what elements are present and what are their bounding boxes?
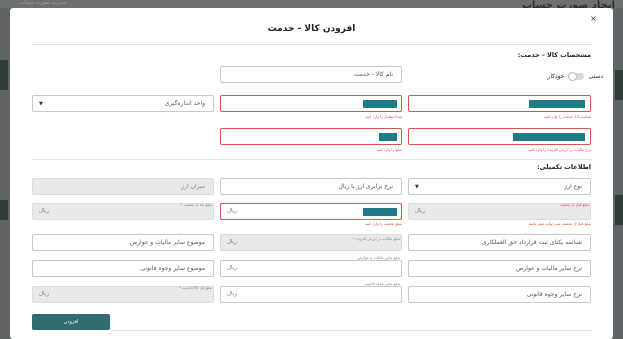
section-additional-info-title: اطلاعات تکمیلی: [536,163,591,171]
other-tax-amount-input[interactable]: ریال [220,260,402,277]
other-tax-subject-input[interactable]: موضوع سایر مالیات و عوارض [32,234,214,251]
total-amount-label: مبلغ کل کالا/خدمت * [178,285,212,290]
amount-after-discount-label: مبلغ بعد از تخفیف * [180,202,212,207]
vat-amount-label: مبلغ مالیات بر ارزش افزوده * [352,236,400,241]
exchange-rate-input[interactable]: نرخ برابری ارز با ریال [220,178,402,195]
legal-rate-placeholder: نرخ سایر وجوه قانونی [526,291,582,298]
background-right-panel-2 [615,195,623,225]
other-tax-rate-input[interactable]: نرخ سایر مالیات و عوارض [408,260,591,277]
unit-price-input[interactable] [220,128,402,145]
unit-select[interactable]: واحد اندازه‌گیری ▼ [32,95,214,112]
redacted-value [529,100,585,108]
redacted-value [363,208,397,216]
title-divider [32,44,592,45]
legal-subject-placeholder: موضوع سایر وجوه قانونی [140,265,205,272]
legal-amount-input[interactable]: ریال [220,286,402,303]
contract-id-input[interactable]: شناسه یکتای ثبت قرارداد حق العملکاری [408,234,591,251]
currency-type-select[interactable]: نوع ارز ▼ [408,178,591,195]
rial-suffix: ریال [227,208,237,214]
auto-label: خودکار [547,72,565,80]
vat-rate-input[interactable] [408,128,591,145]
background-left-panel [0,60,8,90]
section-product-specs-title: مشخصات کالا - خدمت: [517,51,591,59]
redacted-value [513,133,585,141]
discount-error: مبلغ تخفیف را وارد کنید [364,221,402,226]
footer-divider [110,330,592,331]
other-tax-subject-placeholder: موضوع سایر مالیات و عوارض [129,239,205,246]
service-name-placeholder: نام کالا - خدمت [353,71,393,78]
rial-suffix: ریال [415,208,425,214]
rial-suffix: ریال [227,291,237,297]
section-divider [32,159,592,160]
legal-rate-input[interactable]: نرخ سایر وجوه قانونی [408,286,591,303]
discount-input[interactable]: ریال [220,203,402,220]
contract-id-placeholder: شناسه یکتای ثبت قرارداد حق العملکاری [481,239,582,246]
legal-amount-label: مبلغ سایر وجوه قانونی [362,281,402,286]
redacted-value [363,100,397,108]
manual-label: دستی [588,72,603,80]
unit-price-error: مبلغ را وارد کنید [376,147,402,152]
vat-rate-error: نرخ مالیات بر ارزش افزوده را وارد کنید [528,147,591,152]
add-button[interactable]: افزودن [32,314,110,330]
close-icon[interactable]: × [590,14,597,23]
rial-suffix: ریال [227,239,237,245]
toggle-knob [568,71,578,81]
quantity-input[interactable] [220,95,402,112]
rial-suffix: ریال [227,265,237,271]
other-tax-rate-placeholder: نرخ سایر مالیات و عوارض [516,265,582,272]
quantity-error: تعداد/مقدار را وارد کنید [365,114,402,119]
auto-manual-toggle[interactable] [568,71,585,81]
redacted-value [379,133,397,141]
currency-amount-placeholder: میزان ارز [181,183,205,190]
other-tax-amount-label: مبلغ سایر مالیات و عوارض [355,255,402,260]
add-service-modal: × افزودن کالا - خدمت مشخصات کالا - خدمت:… [10,8,613,339]
background-right-panel [615,70,623,100]
amount-before-discount-error: مبلغ قبل از تخفیف نمی تواند صفر باشد [528,221,591,226]
mode-toggle-group[interactable]: دستی خودکار [523,70,603,82]
rial-suffix: ریال [39,291,49,297]
modal-title: افزودن کالا - خدمت [267,24,356,34]
background-breadcrumb: مدیریت صورت حساب [20,0,67,6]
unit-placeholder: واحد اندازه‌گیری [164,100,205,107]
rial-suffix: ریال [39,208,49,214]
chevron-down-icon: ▼ [39,101,43,107]
service-id-input[interactable] [408,95,591,112]
exchange-rate-placeholder: نرخ برابری ارز با ریال [338,183,393,190]
chevron-down-icon: ▼ [415,184,419,190]
background-left-panel-2 [0,200,8,220]
service-name-input[interactable]: نام کالا - خدمت [220,66,402,83]
currency-amount-input: میزان ارز [32,178,214,195]
service-id-error: شناسه 13 خدمت را وارد کنید [543,114,591,119]
amount-before-discount-label: مبلغ قبل از تخفیف [559,202,589,207]
currency-type-placeholder: نوع ارز [564,183,582,190]
legal-subject-input[interactable]: موضوع سایر وجوه قانونی [32,260,214,277]
